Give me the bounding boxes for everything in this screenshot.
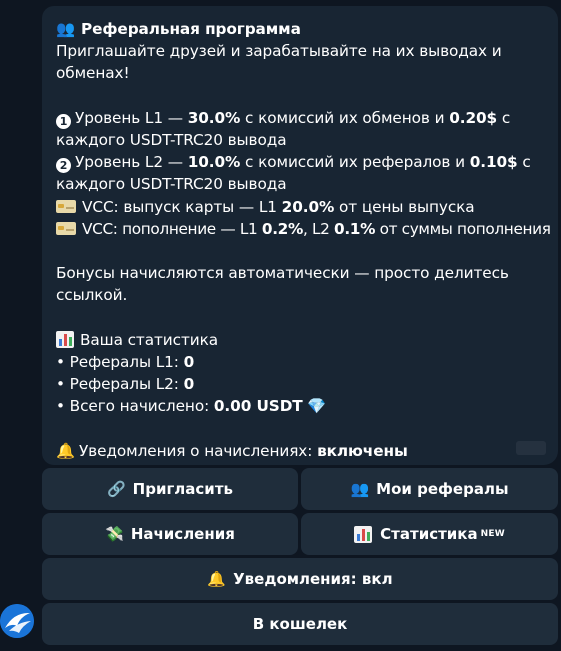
level1-percent: 30.0% <box>187 108 241 127</box>
stats-ref-l1-label: • Рефералы L1: <box>56 353 184 371</box>
notify-line: 🔔 Уведомления о начислениях: включены <box>56 440 544 462</box>
credit-card-icon <box>56 199 76 213</box>
level2-middle: с комиссий их рефералов и <box>240 153 470 172</box>
bot-avatar[interactable] <box>0 604 34 638</box>
stats-total-value: 0.00 USDT <box>213 397 303 416</box>
message-timestamp <box>516 441 546 455</box>
vcc-topup-prefix: VCC: пополнение — L1 <box>82 219 262 238</box>
accruals-button-label: Начисления <box>130 525 235 543</box>
vcc-topup-l2: 0.1% <box>334 219 376 238</box>
notifications-button-label: Уведомления: вкл <box>233 570 393 588</box>
vcc-issue-prefix: VCC: выпуск карты — L1 <box>82 197 282 216</box>
statistics-button-label: Статистика <box>380 525 478 543</box>
notifications-toggle-button[interactable]: 🔔 Уведомления: вкл <box>42 558 558 600</box>
money-with-wings-icon: 💸 <box>105 525 124 543</box>
level1-amount: 0.20$ <box>449 108 498 127</box>
stats-ref-l2-label: • Рефералы L2: <box>56 375 184 394</box>
statistics-button[interactable]: Статистика NEW <box>301 513 558 555</box>
vcc-issue-line: VCC: выпуск карты — L1 20.0% от цены вып… <box>56 196 544 218</box>
accruals-button[interactable]: 💸 Начисления <box>42 513 298 555</box>
level1-prefix: Уровень L1 — <box>75 108 188 127</box>
busts-in-silhouette-icon: 👥 <box>350 480 370 498</box>
level2-percent: 10.0% <box>187 153 241 172</box>
stats-ref-l1-value: 0 <box>183 353 195 371</box>
wallet-button[interactable]: В кошелек <box>42 603 558 645</box>
message-title-line: 👥 Реферальная программа <box>56 18 544 40</box>
stats-ref-l1: • Рефералы L1: 0 <box>56 351 544 373</box>
vcc-issue-suffix: от цены выпуска <box>334 197 475 216</box>
message-intro: Приглашайте друзей и зарабатывайте на их… <box>56 42 502 83</box>
notify-label: Уведомления о начислениях: <box>78 441 318 460</box>
bot-logo-icon <box>0 604 34 638</box>
bonus-note: Бонусы начисляются автоматически — прост… <box>56 264 509 305</box>
bot-message-bubble: 👥 Реферальная программа Приглашайте друзе… <box>42 6 558 465</box>
level1-middle: с комиссий их обменов и <box>240 108 450 127</box>
vcc-topup-suffix: от суммы пополнения <box>375 219 551 238</box>
digit-two-icon: 2 <box>56 158 71 174</box>
my-referrals-button-label: Мои рефералы <box>376 480 509 498</box>
level2-line: 2 Уровень L2 — 10.0% с комиссий их рефера… <box>56 151 544 195</box>
gem-icon: 💎 <box>307 397 327 416</box>
wallet-button-label: В кошелек <box>252 615 348 633</box>
my-referrals-button[interactable]: 👥 Мои рефералы <box>301 468 558 510</box>
bar-chart-icon <box>56 330 74 348</box>
vcc-topup-line: VCC: пополнение — L1 0.2%, L2 0.1% от су… <box>56 218 551 240</box>
message-title: Реферальная программа <box>80 20 301 38</box>
digit-one-icon: 1 <box>56 113 71 129</box>
level2-prefix: Уровень L2 — <box>75 153 188 172</box>
vcc-issue-percent: 20.0% <box>281 197 335 216</box>
link-icon: 🔗 <box>106 480 126 498</box>
level1-line: 1 Уровень L1 — 30.0% с комиссий их обмено… <box>56 107 544 151</box>
credit-card-icon <box>56 221 76 235</box>
invite-button[interactable]: 🔗 Пригласить <box>42 468 298 510</box>
bell-icon: 🔔 <box>56 441 75 460</box>
stats-total-label: • Всего начислено: <box>56 397 214 416</box>
new-badge: NEW <box>480 529 505 539</box>
bar-chart-icon <box>354 525 373 543</box>
bell-icon: 🔔 <box>207 570 227 588</box>
notify-value: включены <box>317 441 408 460</box>
stats-title-line: Ваша статистика <box>56 329 544 351</box>
stats-ref-l2-value: 0 <box>183 375 195 394</box>
chat-area: 👥 Реферальная программа Приглашайте друзе… <box>0 0 561 651</box>
stats-total: • Всего начислено: 0.00 USDT 💎 <box>56 395 544 417</box>
busts-in-silhouette-icon: 👥 <box>56 20 75 38</box>
level2-amount: 0.10$ <box>469 153 518 172</box>
stats-ref-l2: • Рефералы L2: 0 <box>56 373 544 395</box>
vcc-topup-l1: 0.2% <box>261 219 303 238</box>
stats-title: Ваша статистика <box>80 330 219 349</box>
vcc-topup-mid: , L2 <box>302 219 335 238</box>
invite-button-label: Пригласить <box>132 480 233 498</box>
